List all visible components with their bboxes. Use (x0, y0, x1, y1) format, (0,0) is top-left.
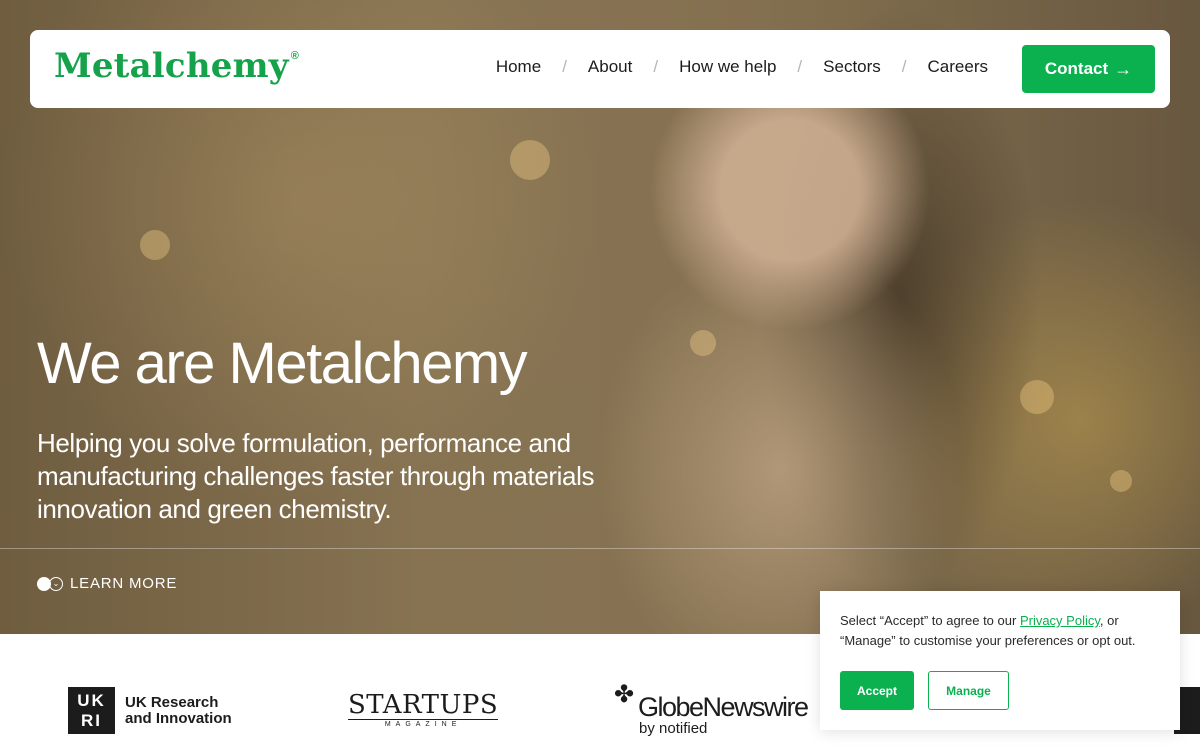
cookie-text: Select “Accept” to agree to our Privacy … (840, 613, 1136, 648)
learn-more-link[interactable]: ⌄ LEARN MORE (37, 575, 177, 592)
top-navbar: Metalchemy ® Home / About / How we help /… (30, 30, 1170, 108)
accept-button[interactable]: Accept (840, 671, 914, 710)
nav-separator: / (797, 57, 803, 76)
bokeh-dot (510, 140, 550, 180)
bokeh-dot (690, 330, 716, 356)
learn-more-label: LEARN MORE (70, 575, 178, 592)
privacy-policy-link[interactable]: Privacy Policy (1020, 613, 1100, 628)
ukri-text: UK Research and Innovation (125, 693, 232, 727)
arrow-right-icon: → (1114, 58, 1133, 79)
nav-separator: / (901, 57, 907, 76)
brand-logo[interactable]: Metalchemy ® (54, 46, 299, 86)
nav-separator: / (562, 57, 567, 76)
cookie-banner: Select “Accept” to agree to our Privacy … (820, 591, 1180, 730)
globe-leaf-icon: ✤ (614, 681, 635, 708)
scroll-toggle-icon: ⌄ (37, 576, 64, 592)
contact-button-label: Contact (1044, 59, 1109, 78)
nav-item-about[interactable]: About (588, 57, 632, 77)
bokeh-dot (1110, 470, 1132, 492)
bokeh-dot (1020, 380, 1054, 414)
startups-magazine-logo: STARTUPS MAGAZINE (348, 690, 499, 728)
hero-title: We are Metalchemy (37, 331, 528, 396)
nav-item-sectors[interactable]: Sectors (823, 57, 881, 77)
nav-item-how-we-help[interactable]: How we help (679, 57, 776, 77)
ukri-logo: UK RI UK Research and Innovation (68, 687, 235, 734)
contact-button[interactable]: Contact → (1022, 45, 1155, 93)
nav-item-careers[interactable]: Careers (928, 57, 988, 77)
nav-links: Home / About / How we help / Sectors / C… (496, 57, 988, 77)
manage-button[interactable]: Manage (928, 671, 1009, 710)
nav-separator: / (653, 57, 659, 76)
bokeh-dot (140, 230, 170, 260)
ukri-mark: UK RI (68, 687, 115, 734)
nav-item-home[interactable]: Home (496, 57, 541, 77)
hero-subtitle: Helping you solve formulation, performan… (37, 428, 595, 524)
hero-divider (0, 548, 1200, 549)
